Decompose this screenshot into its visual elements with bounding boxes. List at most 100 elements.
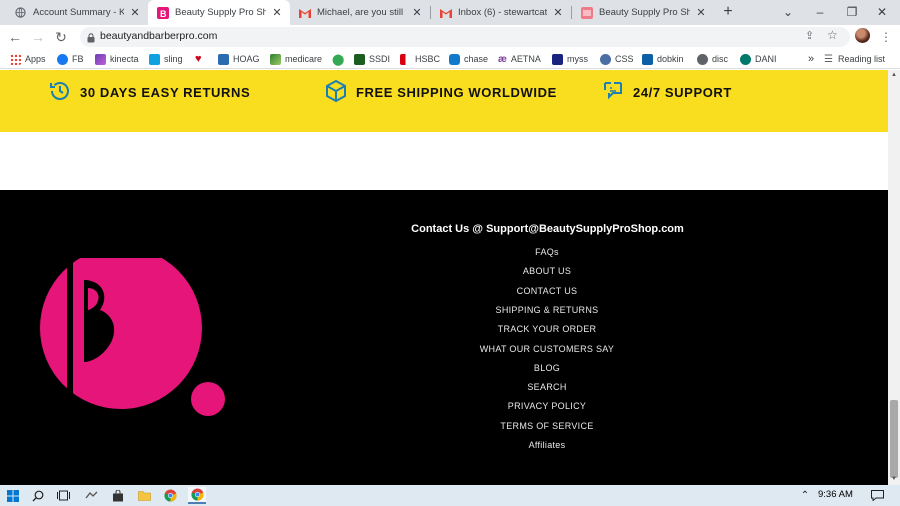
bookmark-hsbc[interactable]: HSBC (400, 52, 440, 66)
scrollbar-thumb[interactable] (890, 400, 898, 478)
contact-email-heading[interactable]: Contact Us @ Support@BeautySupplyProShop… (0, 223, 888, 235)
beauty-supply-favicon: B (156, 6, 169, 19)
bookmark-disc[interactable]: disc (697, 52, 728, 66)
bookmark-heart[interactable]: ♥ (195, 52, 202, 66)
map-pin-icon: ⬤ (332, 53, 345, 66)
footer-link-terms-of-service[interactable]: TERMS OF SERVICE (447, 421, 647, 431)
bookmarks-overflow-button[interactable]: » (808, 52, 814, 66)
tab-title: Beauty Supply Pro Shop (175, 7, 266, 18)
minimize-window-icon[interactable]: – (804, 0, 836, 25)
bookmark-css[interactable]: CSS (600, 52, 634, 66)
profile-avatar[interactable] (855, 28, 870, 43)
hsbc-icon (400, 53, 411, 65)
tab-beauty-supply-active[interactable]: B Beauty Supply Pro Shop ✕ (148, 0, 290, 25)
url-text: beautyandbarberpro.com (100, 30, 218, 42)
lock-icon[interactable] (87, 32, 95, 46)
bookmark-chase[interactable]: chase (449, 52, 488, 66)
tab-gmail-inbox[interactable]: Inbox (6) - stewartcatalin ✕ (431, 0, 571, 25)
feature-shipping: FREE SHIPPING WORLDWIDE (324, 78, 557, 106)
bookmark-myss[interactable]: myss (552, 52, 588, 66)
forward-icon[interactable]: → (28, 27, 48, 47)
restore-window-icon[interactable]: ❐ (836, 0, 868, 25)
tab-gmail-michael[interactable]: Michael, are you still thin ✕ (290, 0, 430, 25)
close-tab-icon[interactable]: ✕ (270, 6, 284, 19)
bookmark-label: HOAG (233, 54, 260, 64)
task-view-icon[interactable] (54, 487, 72, 504)
page-viewport: 30 DAYS EASY RETURNS FREE SHIPPING WORLD… (0, 70, 888, 485)
chrome-active-window-icon[interactable] (188, 487, 206, 504)
close-tab-icon[interactable]: ✕ (551, 6, 565, 19)
bookmark-ssdi[interactable]: SSDI (354, 52, 390, 66)
reading-list-button[interactable]: ☰ Reading list (824, 52, 885, 66)
feature-returns: 30 DAYS EASY RETURNS (48, 78, 250, 106)
bookmark-fb[interactable]: FB (57, 52, 84, 66)
app-shortcut-icon[interactable] (82, 487, 100, 504)
tab-title: Michael, are you still thin (317, 7, 406, 18)
footer-link-search[interactable]: SEARCH (447, 382, 647, 392)
footer-link-shipping-returns[interactable]: SHIPPING & RETURNS (447, 305, 647, 315)
site-footer: Contact Us @ Support@BeautySupplyProShop… (0, 190, 888, 485)
features-banner: 30 DAYS EASY RETURNS FREE SHIPPING WORLD… (0, 70, 888, 132)
bookmark-label: sling (164, 54, 183, 64)
bookmark-aetna[interactable]: æ AETNA (498, 52, 541, 66)
windows-start-icon[interactable] (4, 487, 22, 504)
brand-logo[interactable] (40, 247, 230, 423)
bookmark-dobkin[interactable]: dobkin (642, 52, 684, 66)
close-tab-icon[interactable]: ✕ (410, 6, 424, 19)
close-tab-icon[interactable]: ✕ (694, 6, 708, 19)
file-explorer-icon[interactable] (135, 487, 153, 504)
close-tab-icon[interactable]: ✕ (128, 6, 142, 19)
tab-beauty-supply-2[interactable]: Beauty Supply Pro Shop ✕ (572, 0, 714, 25)
returns-clock-icon (48, 79, 72, 106)
more-menu-icon[interactable]: ⋮ (876, 27, 896, 47)
footer-link-blog[interactable]: BLOG (447, 363, 647, 373)
footer-link-privacy-policy[interactable]: PRIVACY POLICY (447, 401, 647, 411)
bookmark-label: disc (712, 54, 729, 64)
scroll-down-arrow-icon[interactable]: ▼ (889, 475, 899, 484)
share-icon[interactable]: ⇪ (805, 29, 814, 42)
ssa-icon (552, 53, 563, 65)
footer-link-contact-us[interactable]: CONTACT US (447, 286, 647, 296)
store-bag-icon[interactable] (109, 487, 127, 504)
scroll-up-arrow-icon[interactable]: ▲ (889, 71, 899, 80)
new-tab-button[interactable]: + (718, 1, 738, 23)
tab-search-chevron-icon[interactable]: ⌄ (772, 0, 804, 25)
hoag-icon (218, 53, 229, 65)
footer-link-faqs[interactable]: FAQs (447, 247, 647, 257)
notifications-icon[interactable] (868, 487, 886, 504)
bookmark-hoag[interactable]: HOAG (218, 52, 260, 66)
facebook-icon (57, 53, 68, 65)
tab-strip: Account Summary - Kine ✕ B Beauty Supply… (0, 0, 900, 25)
show-hidden-icons-chevron-icon[interactable]: ⌃ (796, 487, 814, 504)
bookmark-medicare[interactable]: medicare (270, 52, 322, 66)
bookmark-label: AETNA (510, 54, 541, 64)
chrome-icon[interactable] (161, 487, 179, 504)
bookmark-dani[interactable]: DANI (740, 52, 777, 66)
footer-link-affiliates[interactable]: Affiliates (447, 440, 647, 450)
bookmark-star-icon[interactable]: ☆ (827, 28, 838, 42)
sling-icon (149, 53, 160, 65)
reload-icon[interactable]: ↻ (51, 27, 71, 47)
bookmark-sling[interactable]: sling (149, 52, 183, 66)
tab-account-summary[interactable]: Account Summary - Kine ✕ (6, 0, 148, 25)
box-icon (324, 79, 348, 106)
bookmark-label: CSS (615, 54, 634, 64)
bookmark-label: myss (567, 54, 588, 64)
footer-link-testimonials[interactable]: WHAT OUR CUSTOMERS SAY (447, 344, 647, 354)
feature-label: 30 DAYS EASY RETURNS (80, 84, 251, 100)
taskbar-clock[interactable]: 9:36 AM (818, 489, 853, 500)
bookmark-label: dobkin (657, 54, 684, 64)
footer-link-about-us[interactable]: ABOUT US (447, 266, 647, 276)
footer-link-track-order[interactable]: TRACK YOUR ORDER (447, 324, 647, 334)
close-window-icon[interactable]: ✕ (866, 0, 898, 25)
bookmark-maps[interactable]: ⬤ (332, 52, 344, 66)
search-icon[interactable] (29, 487, 47, 504)
bookmark-kinecta[interactable]: kinecta (95, 52, 139, 66)
aetna-icon: æ (498, 53, 507, 65)
bookmark-apps[interactable]: Apps (10, 52, 46, 66)
back-icon[interactable]: ← (5, 27, 25, 47)
page-spacer (0, 132, 888, 190)
tab-title: Inbox (6) - stewartcatalin (458, 7, 547, 18)
address-bar[interactable]: beautyandbarberpro.com ⇪ ☆ (80, 27, 850, 47)
feature-support: 24/7 SUPPORT (601, 78, 732, 106)
